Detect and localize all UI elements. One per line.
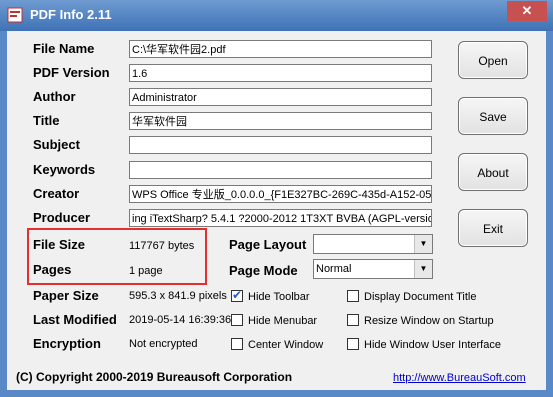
file-name-field[interactable]: C:\华军软件园2.pdf (129, 40, 432, 58)
page-mode-select[interactable]: Normal ▼ (313, 259, 433, 279)
hide-menubar-label[interactable]: Hide Menubar (248, 315, 317, 327)
pdf-app-icon (7, 7, 23, 23)
label-author: Author (33, 89, 76, 104)
label-subject: Subject (33, 137, 80, 152)
producer-field[interactable]: ing iTextSharp? 5.4.1 ?2000-2012 1T3XT B… (129, 209, 432, 227)
copyright-text: (C) Copyright 2000-2019 Bureausoft Corpo… (16, 370, 293, 384)
last-modified-value: 2019-05-14 16:39:36 (129, 314, 232, 326)
about-button[interactable]: About (458, 153, 528, 191)
label-title: Title (33, 113, 60, 128)
resize-window-label[interactable]: Resize Window on Startup (364, 315, 494, 327)
display-document-title-checkbox[interactable] (347, 290, 359, 302)
title-bar[interactable]: PDF Info 2.11 ✕ (0, 0, 553, 31)
file-size-pages-highlight (27, 228, 207, 285)
subject-field[interactable] (129, 136, 432, 154)
label-paper-size: Paper Size (33, 288, 99, 303)
chevron-down-icon[interactable]: ▼ (414, 235, 432, 253)
label-page-layout: Page Layout (229, 237, 307, 252)
open-button[interactable]: Open (458, 41, 528, 79)
label-last-modified: Last Modified (33, 312, 117, 327)
label-encryption: Encryption (33, 336, 101, 351)
keywords-field[interactable] (129, 161, 432, 179)
hide-toolbar-label[interactable]: Hide Toolbar (248, 291, 310, 303)
hide-toolbar-checkbox[interactable] (231, 288, 243, 302)
label-page-mode: Page Mode (229, 263, 298, 278)
resize-window-checkbox[interactable] (347, 314, 359, 326)
close-icon[interactable]: ✕ (507, 1, 547, 21)
page-mode-value: Normal (316, 263, 352, 275)
hide-menubar-checkbox[interactable] (231, 314, 243, 326)
bureausoft-link[interactable]: http://www.BureauSoft.com (393, 372, 526, 384)
window-title: PDF Info 2.11 (30, 7, 112, 22)
label-creator: Creator (33, 186, 80, 201)
window-frame-left (0, 31, 7, 397)
window-frame-bottom (0, 390, 553, 397)
display-document-title-label[interactable]: Display Document Title (364, 291, 477, 303)
pdf-info-window: PDF Info 2.11 ✕ File Name PDF Version Au… (0, 0, 553, 397)
chevron-down-icon[interactable]: ▼ (414, 260, 432, 278)
author-field[interactable]: Administrator (129, 88, 432, 106)
save-button[interactable]: Save (458, 97, 528, 135)
label-pdf-version: PDF Version (33, 65, 110, 80)
encryption-value: Not encrypted (129, 338, 198, 350)
title-field[interactable]: 华军软件园 (129, 112, 432, 130)
paper-size-value: 595.3 x 841.9 pixels (129, 290, 227, 302)
center-window-checkbox[interactable] (231, 338, 243, 350)
window-frame-right (546, 31, 553, 397)
hide-window-ui-checkbox[interactable] (347, 338, 359, 350)
page-layout-select[interactable]: ▼ (313, 234, 433, 254)
hide-window-ui-label[interactable]: Hide Window User Interface (364, 339, 501, 351)
label-file-name: File Name (33, 41, 95, 56)
center-window-label[interactable]: Center Window (248, 339, 323, 351)
creator-field[interactable]: WPS Office 专业版_0.0.0.0_{F1E327BC-269C-43… (129, 185, 432, 203)
exit-button[interactable]: Exit (458, 209, 528, 247)
label-producer: Producer (33, 210, 91, 225)
label-keywords: Keywords (33, 162, 96, 177)
pdf-version-field[interactable]: 1.6 (129, 64, 432, 82)
